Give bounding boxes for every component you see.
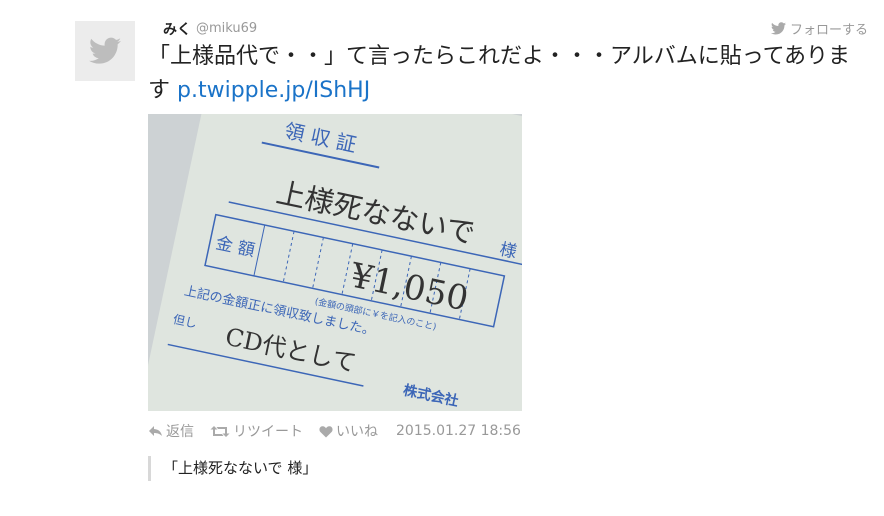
heart-icon xyxy=(319,425,333,437)
tweet-actions: 返信 リツイート いいね 2015.01.27 18:56 xyxy=(148,421,521,441)
twitter-bird-icon xyxy=(89,37,121,64)
avatar[interactable] xyxy=(75,21,135,81)
retweet-label: リツイート xyxy=(233,424,303,440)
tweet-text: 「上様品代で・・」て言ったらこれだよ・・・アルバムに貼ってあります p.twip… xyxy=(148,40,868,108)
reply-button[interactable]: 返信 xyxy=(148,421,194,441)
twitter-bird-icon xyxy=(770,22,786,35)
reply-label: 返信 xyxy=(166,424,194,440)
follow-label: フォローする xyxy=(789,23,868,38)
retweet-icon xyxy=(210,425,230,437)
receipt-photo: 領 収 証 上様死なないで 様 金 額 ¥1,050 (金額の頭部に￥を記入のこ… xyxy=(148,114,522,411)
author-name[interactable]: みく xyxy=(163,19,191,39)
author-handle[interactable]: @miku69 xyxy=(196,21,257,36)
tweet-link[interactable]: p.twipple.jp/IShHJ xyxy=(177,78,370,103)
like-button[interactable]: いいね xyxy=(319,421,378,441)
tweet-timestamp[interactable]: 2015.01.27 18:56 xyxy=(396,423,521,439)
attached-photo[interactable]: 領 収 証 上様死なないで 様 金 額 ¥1,050 (金額の頭部に￥を記入のこ… xyxy=(148,114,522,411)
reply-icon xyxy=(149,426,162,436)
like-label: いいね xyxy=(336,424,378,440)
follow-button[interactable]: フォローする xyxy=(770,19,868,38)
quote-block: 「上様死なないで 様」 xyxy=(148,456,317,481)
retweet-button[interactable]: リツイート xyxy=(210,421,303,441)
